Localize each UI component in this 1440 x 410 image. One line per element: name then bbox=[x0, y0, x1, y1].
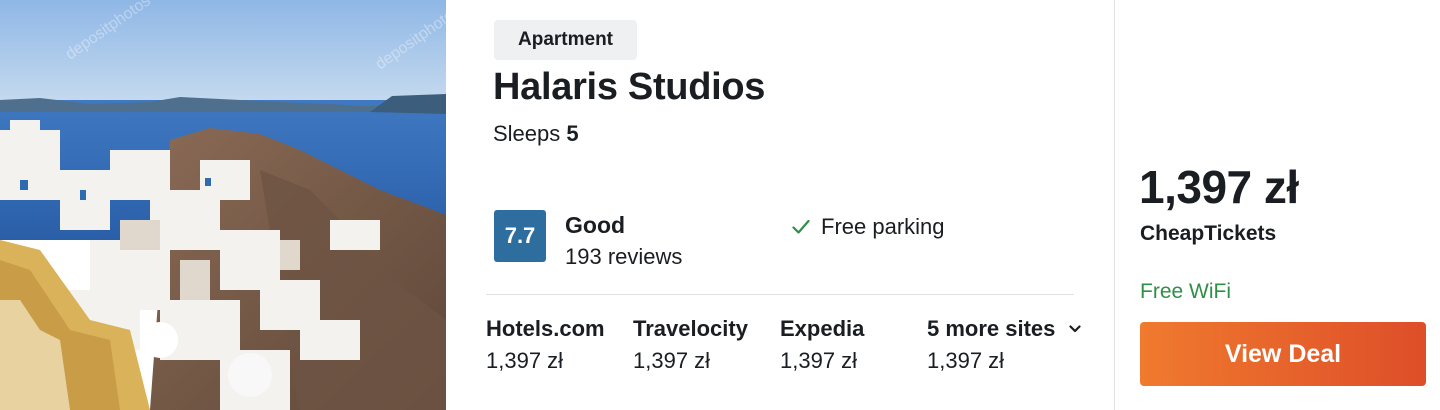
sleeps-info: Sleeps 5 bbox=[493, 121, 579, 147]
site-expedia[interactable]: Expedia 1,397 zł bbox=[780, 316, 864, 374]
site-name: Hotels.com bbox=[486, 316, 605, 341]
site-name: Expedia bbox=[780, 316, 865, 341]
amenity-label: Free parking bbox=[821, 214, 945, 239]
more-sites-toggle[interactable]: 5 more sites bbox=[927, 316, 1082, 342]
reviews-count[interactable]: 193 reviews bbox=[565, 244, 682, 270]
site-hotels-com[interactable]: Hotels.com 1,397 zł bbox=[486, 316, 605, 374]
amenity-free-parking: Free parking bbox=[792, 214, 945, 240]
deal-price: 1,397 zł bbox=[1139, 161, 1299, 213]
price-comparison-sites: Hotels.com 1,397 zł Travelocity 1,397 zł… bbox=[486, 316, 1106, 386]
site-price: 1,397 zł bbox=[633, 348, 711, 373]
best-deal: 1,397 zł CheapTickets Free WiFi View Dea… bbox=[1115, 0, 1440, 410]
site-more-sites[interactable]: 5 more sites 1,397 zł bbox=[927, 316, 1082, 374]
site-price: 1,397 zł bbox=[780, 348, 858, 373]
hotel-result-card: depositphotos depositphotos Apartment Ha… bbox=[0, 0, 1440, 410]
listing-info: Apartment Halaris Studios Sleeps 5 7.7 G… bbox=[446, 0, 1114, 410]
deal-provider: CheapTickets bbox=[1140, 222, 1277, 245]
site-name: 5 more sites bbox=[927, 316, 1056, 341]
site-price: 1,397 zł bbox=[486, 348, 564, 373]
site-price: 1,397 zł bbox=[927, 348, 1005, 373]
divider bbox=[486, 294, 1074, 295]
sleeps-label: Sleeps bbox=[493, 121, 561, 146]
site-name: Travelocity bbox=[633, 316, 748, 341]
rating-label: Good bbox=[565, 212, 626, 238]
property-type-badge: Apartment bbox=[494, 20, 638, 60]
view-deal-button[interactable]: View Deal bbox=[1140, 322, 1426, 386]
chevron-down-icon bbox=[1069, 325, 1082, 333]
hotel-name[interactable]: Halaris Studios bbox=[493, 66, 765, 109]
rating-score-badge[interactable]: 7.7 bbox=[494, 210, 546, 262]
deal-perk: Free WiFi bbox=[1140, 280, 1231, 303]
hotel-photo[interactable]: depositphotos depositphotos bbox=[0, 0, 446, 410]
site-travelocity[interactable]: Travelocity 1,397 zł bbox=[633, 316, 748, 374]
sleeps-value: 5 bbox=[566, 121, 579, 146]
check-icon bbox=[792, 219, 810, 234]
